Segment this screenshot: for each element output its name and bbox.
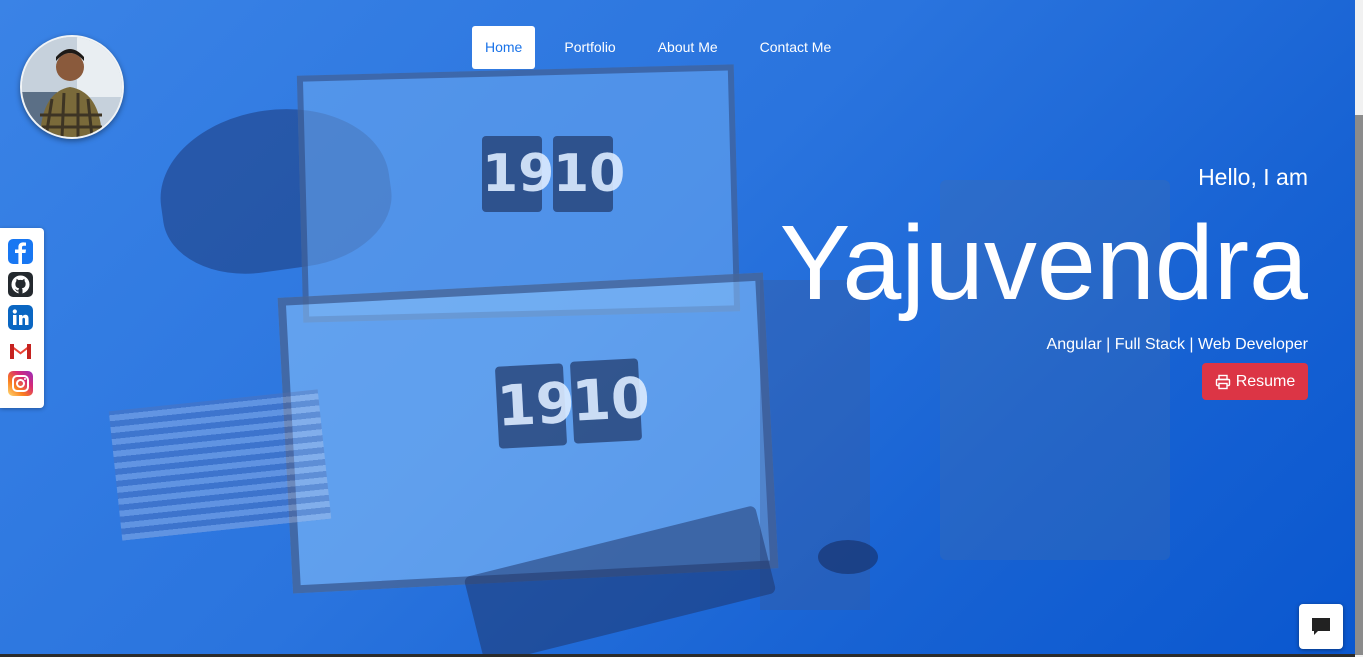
bg-clock-digit: 10 — [553, 136, 625, 212]
chat-button[interactable] — [1299, 604, 1343, 649]
nav-contact-me[interactable]: Contact Me — [747, 26, 845, 69]
bg-basket — [108, 389, 332, 541]
scrollbar[interactable] — [1355, 0, 1363, 657]
nav-portfolio[interactable]: Portfolio — [551, 26, 628, 69]
nav-about-me[interactable]: About Me — [645, 26, 731, 69]
bg-clock-digit: 19 — [482, 136, 554, 212]
github-icon[interactable] — [8, 272, 33, 297]
linkedin-icon[interactable] — [8, 305, 33, 330]
main-nav: Home Portfolio About Me Contact Me — [472, 26, 860, 69]
facebook-icon[interactable] — [8, 239, 33, 264]
bg-clock-digit: 10 — [569, 358, 652, 444]
scrollbar-thumb[interactable] — [1355, 115, 1363, 655]
resume-button[interactable]: Resume — [1202, 363, 1308, 400]
gmail-icon[interactable] — [8, 338, 33, 363]
printer-icon — [1215, 374, 1230, 389]
instagram-icon[interactable] — [8, 371, 33, 396]
bg-mouse — [818, 540, 878, 574]
bg-clock-digit: 19 — [494, 363, 577, 449]
tagline: Angular | Full Stack | Web Developer — [1046, 336, 1308, 353]
avatar-photo — [22, 37, 122, 137]
hero-name: Yajuvendra — [779, 204, 1308, 322]
social-sidebar — [0, 228, 44, 408]
hero-section: 19 10 19 10 Home Portfolio About Me Cont… — [0, 0, 1355, 657]
greeting: Hello, I am — [1198, 164, 1308, 190]
avatar[interactable] — [20, 35, 124, 139]
resume-label: Resume — [1235, 372, 1296, 390]
chat-icon — [1312, 617, 1330, 635]
nav-home[interactable]: Home — [472, 26, 536, 69]
